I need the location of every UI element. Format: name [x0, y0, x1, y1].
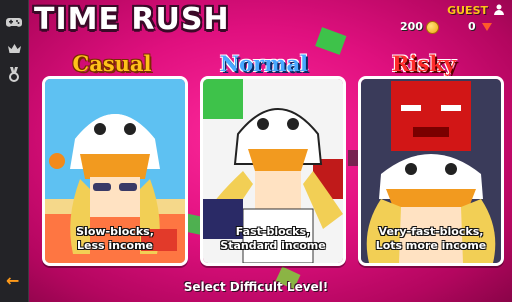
gem-count: 0: [468, 20, 476, 33]
gem-icon: [482, 23, 492, 31]
profile-name: GUEST: [447, 4, 488, 17]
mode-caption-casual: Slow-blocks, Less income: [45, 225, 185, 253]
mode-card-normal[interactable]: Fast-blocks, Standard income: [200, 76, 346, 266]
caption-line: Standard income: [220, 239, 326, 252]
coin-count: 200: [400, 20, 423, 33]
medal-icon[interactable]: [4, 64, 24, 84]
mode-label-casual: Casual: [72, 51, 152, 76]
mode-caption-normal: Fast-blocks, Standard income: [203, 225, 343, 253]
mode-card-casual[interactable]: Slow-blocks, Less income: [42, 76, 188, 266]
coin-icon: [426, 21, 439, 34]
caption-line: Very-fast-blocks,: [378, 225, 484, 238]
caption-line: Less income: [77, 239, 153, 252]
caption-line: Fast-blocks,: [235, 225, 311, 238]
mode-label-risky: Risky: [391, 51, 456, 76]
game-title: TIME RUSH: [34, 2, 230, 37]
mode-label-normal: Normal: [219, 51, 309, 76]
person-icon: [494, 4, 504, 16]
gamepad-icon[interactable]: [4, 12, 24, 32]
caption-line: Slow-blocks,: [76, 225, 154, 238]
sidebar: ←: [0, 0, 29, 302]
crown-icon[interactable]: [4, 38, 24, 58]
footer-instruction: Select Difficult Level!: [183, 280, 329, 294]
game-screen: ← TIME RUSH GUEST 200 0 Casual Normal Ri…: [0, 0, 512, 302]
mode-caption-risky: Very-fast-blocks, Lots more income: [361, 225, 501, 253]
mode-card-risky[interactable]: Very-fast-blocks, Lots more income: [358, 76, 504, 266]
profile-panel[interactable]: GUEST 200 0: [398, 2, 506, 38]
caption-line: Lots more income: [375, 239, 487, 252]
